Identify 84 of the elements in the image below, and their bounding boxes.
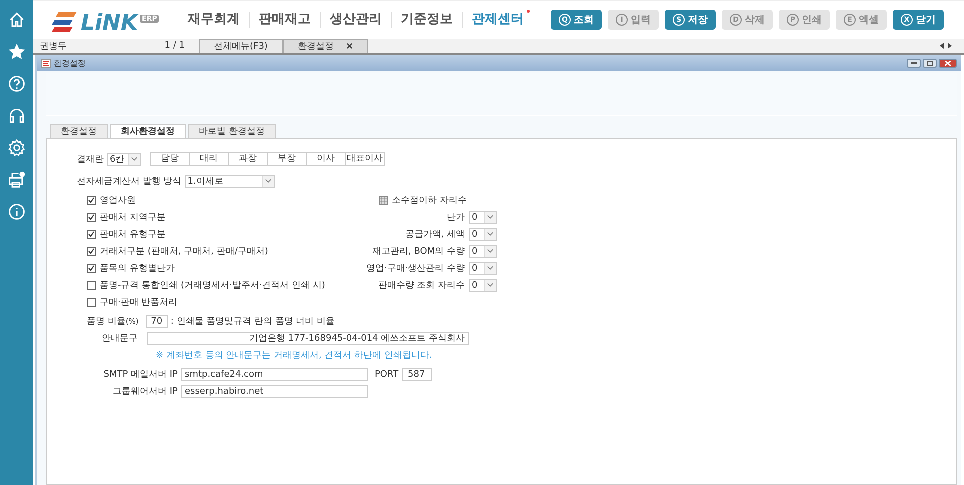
nav-menu-item[interactable]: 재무회계 [179,12,249,28]
ratio-description: : 인쇄물 품명및규격 란의 품명 너비 비율 [170,316,336,328]
logo-mark-icon [51,11,79,33]
logo-text: LiNK [81,11,138,37]
minimize-button[interactable] [907,58,921,68]
decimals-label: 공급가액, 세액 [405,229,465,241]
tax-invoice-select[interactable]: 1.이세로 [184,175,275,188]
window-icon [41,58,51,68]
groupware-field[interactable]: esserp.habiro.net [181,385,368,398]
checkbox[interactable] [87,213,96,222]
approval-slot: 담당 [151,153,189,165]
decimals-select[interactable]: 0 [469,279,497,292]
port-label: PORT [375,370,399,380]
window-title: 환경설정 [54,58,86,68]
decimals-select[interactable]: 0 [469,262,497,275]
minimize-icon [911,62,917,64]
option-label: 품목의 유형별단가 [100,263,175,275]
caret-icon [484,229,496,240]
decimals-title: 소수점이하 자리수 [392,195,467,207]
checkbox[interactable] [87,264,96,273]
close-icon [945,60,951,66]
caret-icon [262,176,274,187]
caret-icon [484,246,496,257]
settings-icon[interactable] [8,139,26,157]
caret-icon [484,212,496,223]
star-icon[interactable] [8,43,26,61]
option-label: 품명-규격 통합인쇄 (거래명세서·발주서·견적서 인쇄 시) [100,280,326,292]
printer-settings-icon[interactable] [8,171,26,189]
decimals-label: 영업·구매·생산관리 수량 [366,263,465,275]
decimals-select[interactable]: 0 [469,245,497,258]
approval-slot: 대리 [189,153,228,165]
smtp-field[interactable]: smtp.cafe24.com [181,368,368,381]
page-counter: 1 / 1 [164,41,185,51]
checkbox[interactable] [87,298,96,307]
checkbox[interactable] [87,247,96,256]
nav-menu-item[interactable]: 판매재고 [249,12,320,28]
approval-slot: 부장 [267,153,306,165]
info-icon[interactable] [8,203,26,221]
smtp-label: SMTP 메일서버 IP [102,369,178,381]
decimals-label: 판매수량 조회 자리수 [378,280,465,292]
checkbox[interactable] [87,230,96,239]
option-label: 구매·판매 반품처리 [100,297,178,309]
approval-slot: 이사 [306,153,345,165]
approval-select[interactable]: 6칸 [107,152,141,166]
nav-menu-item[interactable]: 생산관리 [320,12,391,28]
close-button[interactable] [939,58,957,68]
headset-icon[interactable] [8,107,26,125]
caret-icon [484,280,496,291]
home-icon[interactable] [8,11,26,29]
page-tab[interactable]: 전체메뉴(F3) [199,39,283,53]
maximize-icon [927,60,933,66]
tax-invoice-label: 전자세금계산서 발행 방식 [77,176,182,188]
port-field[interactable]: 587 [402,368,432,381]
decimals-label: 재고관리, BOM의 수량 [372,246,465,258]
nav-menu-item[interactable]: 관제센터 [462,12,533,28]
checkbox[interactable] [87,196,96,205]
option-label: 판매처 지역구분 [100,212,166,224]
option-label: 영업사원 [100,195,136,207]
settings-tab[interactable]: 환경설정 [50,124,108,138]
ratio-field[interactable]: 70 [146,315,168,328]
approval-label: 결재란 [77,154,104,166]
option-label: 거래처구분 (판매처, 구매처, 판매/구매처) [100,246,268,258]
page-tab[interactable]: 환경설정 × [282,39,368,53]
user-name: 권병두 [40,40,68,52]
option-label: 판매처 유형구분 [100,229,166,241]
nav-menu-item[interactable]: 기준정보 [391,12,462,28]
notice-hint: ※ 계좌번호 등의 안내문구는 거래명세서, 견적서 하단에 인쇄됩니다. [156,350,432,362]
maximize-button[interactable] [923,58,937,68]
decimals-select[interactable]: 0 [469,228,497,241]
approval-slot: 과장 [228,153,267,165]
settings-tab[interactable]: 바로빌 환경설정 [188,124,276,138]
grid-icon [379,196,388,205]
help-icon[interactable] [8,75,26,93]
notice-field[interactable]: 기업은행 177-168945-04-014 에쓰소프트 주식회사 [147,332,469,345]
caret-icon [128,154,140,164]
scroll-arrows-icon[interactable] [940,43,952,49]
groupware-label: 그룹웨어서버 IP [112,386,178,398]
decimals-label: 단가 [447,212,465,224]
decimals-select[interactable]: 0 [469,211,497,224]
approval-slot: 대표이사 [345,153,384,165]
settings-tab[interactable]: 회사환경설정 [110,124,186,138]
caret-icon [484,263,496,274]
checkbox[interactable] [87,281,96,290]
notice-label: 안내문구 [102,333,138,345]
